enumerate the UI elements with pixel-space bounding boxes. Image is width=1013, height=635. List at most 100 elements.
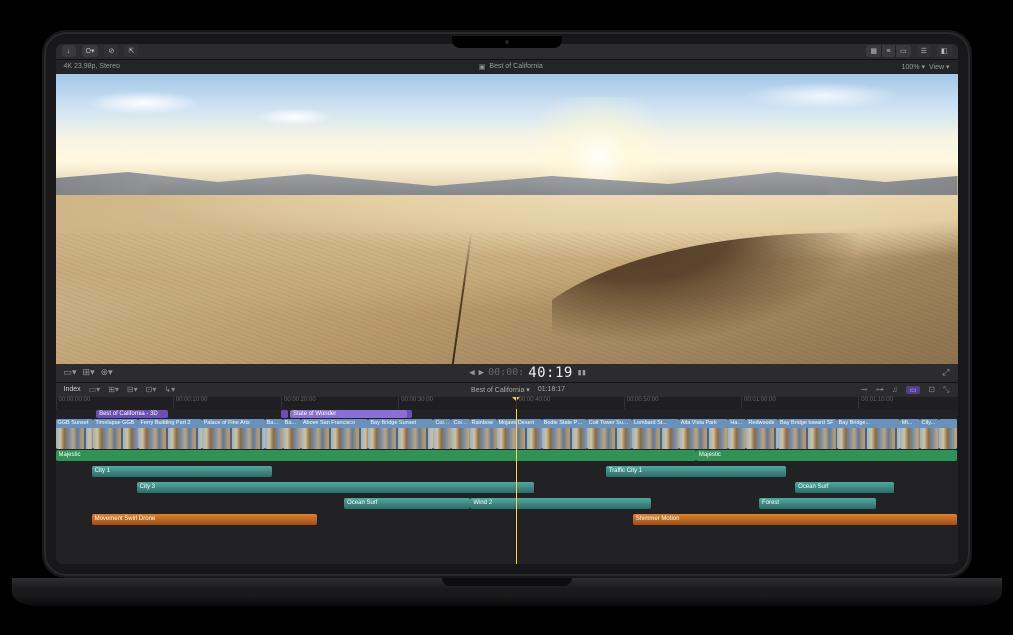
audio-clip[interactable]: City 3 — [137, 482, 534, 493]
clip-label: Mojave Desert — [497, 419, 542, 428]
video-clip[interactable]: Timelapse GGB — [93, 419, 138, 449]
ruler-tick: 00:01:00:00 — [741, 397, 776, 409]
clip-format-label: 4K 23.98p, Stereo — [64, 63, 120, 70]
clip-label: Coit T... — [433, 419, 451, 428]
title-clip[interactable] — [281, 410, 288, 418]
audio-clip[interactable]: Ocean Surf — [344, 498, 470, 509]
video-clip[interactable]: Ha... — [728, 419, 746, 449]
clip-label: Palace of Fine Arts — [202, 419, 265, 428]
video-clip[interactable]: Ba... — [265, 419, 283, 449]
clip-label: City... — [920, 419, 940, 428]
ruler-tick: 00:01:10:00 — [858, 397, 893, 409]
ruler-tick: 00:00:20:00 — [281, 397, 316, 409]
clip-label: Ferry Building Part 2 — [138, 419, 201, 428]
snapping-toggle[interactable]: ▭ — [906, 386, 921, 394]
timeline-project-name[interactable]: Best of California ▾ — [471, 386, 530, 394]
video-clip[interactable]: Mojave Desert — [497, 419, 542, 449]
video-clip[interactable]: Rainbow — [470, 419, 497, 449]
timecode-prefix: 00:00: — [488, 367, 524, 378]
tl-tool-4[interactable]: ⊡▾ — [146, 385, 157, 394]
share-button[interactable]: ⇱ — [124, 45, 138, 57]
audio-clip[interactable]: Majestic — [56, 450, 696, 461]
clip-label: Lombard St... — [632, 419, 679, 428]
tl-tool-5[interactable]: ↳▾ — [164, 385, 175, 394]
audio-clip[interactable]: Ocean Surf — [795, 482, 894, 493]
video-clip[interactable]: Bay Bridge toward SF — [778, 419, 837, 449]
solo-toggle[interactable]: ♫ — [892, 385, 898, 394]
video-clip[interactable]: City... — [920, 419, 940, 449]
clip-label: Redwoods — [746, 419, 778, 428]
audio-skimming-toggle[interactable]: ⊶ — [876, 385, 884, 394]
tool-menu-button[interactable]: ⊞▾ — [83, 367, 95, 378]
video-clip[interactable] — [939, 419, 957, 449]
audio-clip[interactable]: Majestic — [696, 450, 958, 461]
video-clip[interactable]: Coit T... — [433, 419, 451, 449]
keyword-button[interactable]: O▾ — [82, 45, 99, 57]
tl-tool-3[interactable]: ⊟▾ — [127, 385, 138, 394]
audio-clip[interactable]: Wind 2 — [470, 498, 650, 509]
video-clip[interactable]: Coit Tower Sunset — [587, 419, 632, 449]
video-clip[interactable]: Ferry Building Part 2 — [138, 419, 201, 449]
tl-tool-1[interactable]: ▭▾ — [89, 385, 101, 394]
video-clip[interactable]: Alta Vista Park — [679, 419, 729, 449]
viewer-canvas[interactable] — [56, 74, 958, 364]
video-clip[interactable]: Above San Francisco — [301, 419, 369, 449]
video-clip[interactable]: Ba... — [283, 419, 301, 449]
video-clip[interactable]: Coit To... — [451, 419, 469, 449]
audio-clip[interactable]: Forest — [759, 498, 876, 509]
tl-view-options[interactable]: ⊡ — [928, 385, 935, 394]
viewer-zoom-dropdown[interactable]: 100% ▾ — [902, 63, 925, 71]
clip-label: Coit Tower Sunset — [587, 419, 632, 428]
clip-label: Alta Vista Park — [679, 419, 729, 428]
video-clip[interactable]: GGB Sunset — [56, 419, 94, 449]
audio-clip[interactable]: Movement Swirl Drone — [92, 514, 318, 525]
view-menu-dropdown[interactable]: View ▾ — [929, 63, 950, 71]
video-clip[interactable]: Palace of Fine Arts — [202, 419, 265, 449]
clip-label: Bay Bridge Sunset — [368, 419, 433, 428]
inspector-toggle-button[interactable]: ☰ — [917, 45, 931, 57]
title-clip[interactable]: Best of California - 3D — [96, 410, 168, 418]
clip-appearance-button[interactable]: ▭▾ — [64, 367, 77, 378]
clip-label: Timelapse GGB — [93, 419, 138, 428]
video-clip[interactable]: Mt... — [900, 419, 920, 449]
disk-icon: ▣ — [479, 63, 486, 71]
playhead-line[interactable] — [516, 409, 517, 564]
audio-clip[interactable]: Traffic City 1 — [606, 466, 786, 477]
video-clip[interactable]: Lombard St... — [632, 419, 679, 449]
primary-video-track: GGB SunsetTimelapse GGBFerry Building Pa… — [56, 419, 958, 449]
clip-label — [939, 419, 957, 428]
video-clip[interactable]: Redwoods — [746, 419, 778, 449]
ruler-tick: 00:00:30:00 — [398, 397, 433, 409]
title-clip[interactable]: State of Wonder — [290, 410, 407, 418]
ruler-tick: 00:00:40:00 — [516, 397, 551, 409]
app-window: ↓ O▾ ⊘ ⇱ ▦ ≡ ▭ ☰ ◧ 4K 23.98p, Stere — [56, 44, 958, 564]
prev-frame-button[interactable]: ◀ — [469, 368, 474, 378]
view-list-button[interactable]: ≡ — [882, 45, 896, 57]
audio-clip[interactable]: Shimmer Motion — [633, 514, 958, 525]
tl-zoom-fit[interactable]: ⤡ — [943, 385, 949, 395]
view-filmstrip-button[interactable]: ▭ — [896, 45, 911, 57]
timeline-ruler[interactable]: 00:00:00:0000:00:10:0000:00:20:0000:00:3… — [56, 397, 958, 409]
video-clip[interactable]: Bodie State Park — [542, 419, 587, 449]
import-button[interactable]: ↓ — [62, 45, 76, 57]
timeline-body[interactable]: Best of California - 3D State of Wonder G… — [56, 409, 958, 564]
ruler-tick: 00:00:10:00 — [173, 397, 208, 409]
next-frame-button[interactable]: ▮▮ — [577, 368, 586, 378]
audio-track-1: City 1 Traffic City 1 — [56, 466, 958, 477]
timeline-index-button[interactable]: Index — [64, 386, 81, 393]
timeline-header: Index ▭▾ ⊞▾ ⊟▾ ⊡▾ ↳▾ Best of California … — [56, 382, 958, 397]
fullscreen-button[interactable]: ⤢ — [942, 367, 949, 378]
clip-label: Above San Francisco — [301, 419, 369, 428]
video-clip[interactable]: Bay Bridge... — [837, 419, 900, 449]
play-button[interactable]: ▶ — [479, 368, 484, 378]
view-grid-button[interactable]: ▦ — [866, 45, 882, 57]
effects-menu-button[interactable]: ⊛▾ — [101, 367, 113, 378]
audio-track-4: Movement Swirl Drone Shimmer Motion — [56, 514, 958, 525]
video-clip[interactable]: Bay Bridge Sunset — [368, 419, 433, 449]
tl-tool-2[interactable]: ⊞▾ — [108, 385, 119, 394]
timecode-main: 40:19 — [528, 365, 573, 381]
audio-clip[interactable]: City 1 — [92, 466, 272, 477]
color-toggle-button[interactable]: ◧ — [937, 45, 952, 57]
skimming-toggle[interactable]: ⊸ — [861, 385, 868, 394]
background-tasks-button[interactable]: ⊘ — [104, 45, 118, 57]
